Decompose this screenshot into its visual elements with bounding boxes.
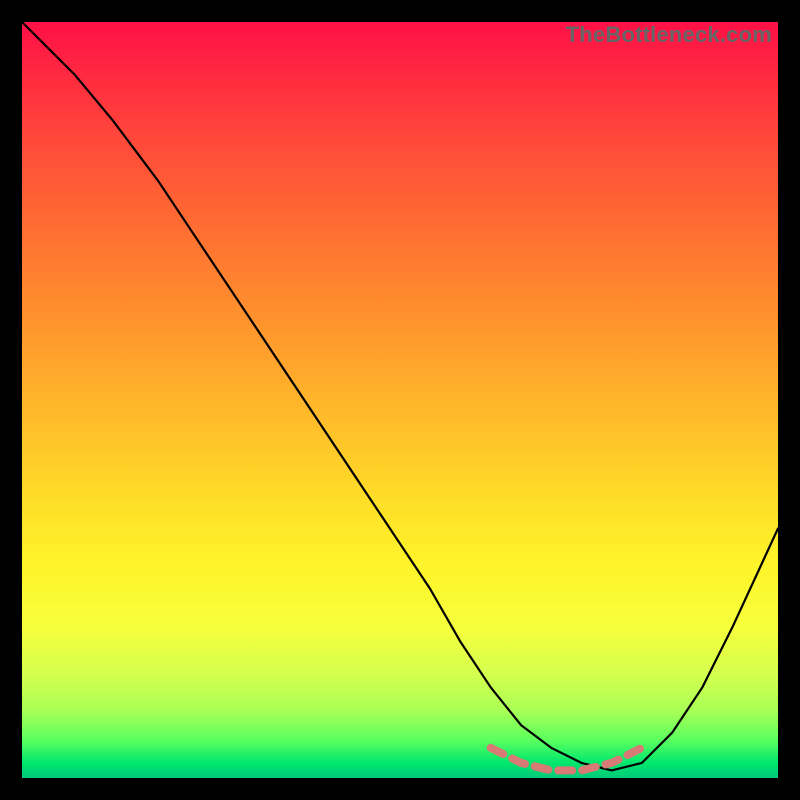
plot-area: TheBottleneck.com (22, 22, 778, 778)
optimal-range-dash (491, 748, 642, 771)
bottleneck-curve (22, 22, 778, 770)
chart-frame: TheBottleneck.com (0, 0, 800, 800)
curve-layer (22, 22, 778, 778)
